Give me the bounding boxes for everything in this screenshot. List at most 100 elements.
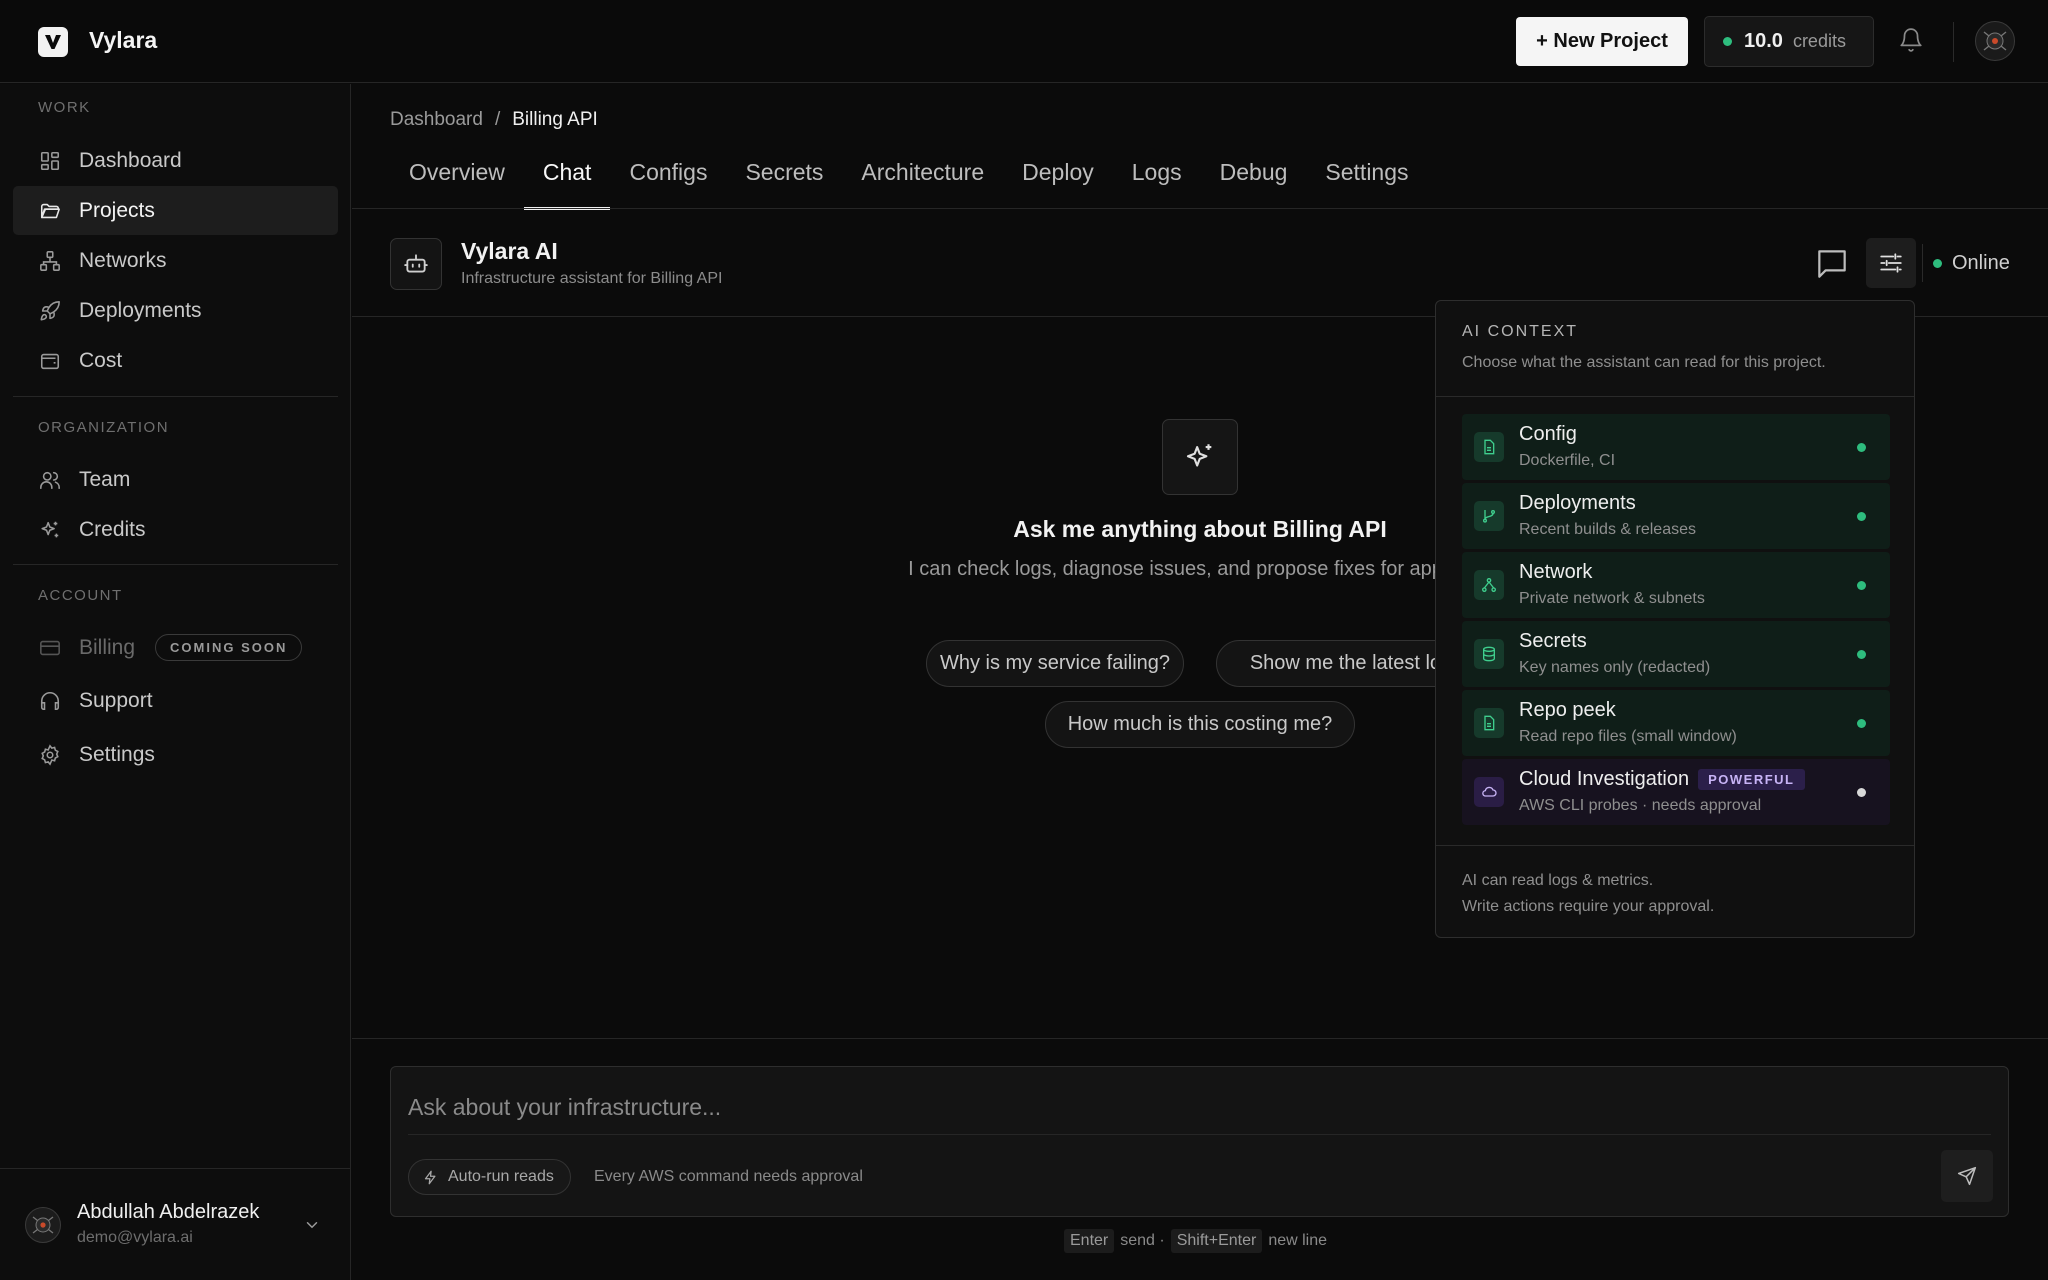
powerful-badge: POWERFUL <box>1698 769 1805 790</box>
sidebar-item-cost[interactable]: Cost <box>13 336 338 385</box>
user-email: demo@vylara.ai <box>77 1229 193 1246</box>
avatar[interactable] <box>1975 21 2015 61</box>
sidebar-item-team[interactable]: Team <box>13 455 338 504</box>
suggestion-chip[interactable]: How much is this costing me? <box>1045 701 1355 748</box>
section-label-organization: ORGANIZATION <box>38 419 170 436</box>
sidebar-item-deployments[interactable]: Deployments <box>13 286 338 335</box>
context-item-name: Repo peek <box>1519 699 1616 721</box>
keyboard-hint: Enter send · Shift+Enter new line <box>1064 1229 1327 1253</box>
headphones-icon <box>40 691 60 710</box>
context-item-name: Config <box>1519 423 1577 445</box>
send-button[interactable] <box>1941 1150 1993 1202</box>
footer-line: AI can read logs & metrics. <box>1462 872 1654 889</box>
breadcrumb-root[interactable]: Dashboard <box>390 109 483 131</box>
tab-configs[interactable]: Configs <box>610 159 726 209</box>
sidebar-item-label: Deployments <box>79 298 202 322</box>
sidebar-item-support[interactable]: Support <box>13 676 338 725</box>
ai-context-description: Choose what the assistant can read for t… <box>1462 354 1826 371</box>
tabs-divider <box>352 208 2048 209</box>
tab-debug[interactable]: Debug <box>1201 159 1307 209</box>
robot-icon <box>390 238 442 290</box>
enter-key: Enter <box>1064 1229 1115 1253</box>
user-menu[interactable]: Abdullah Abdelrazek demo@vylara.ai <box>0 1168 350 1280</box>
chat-bubble-icon[interactable] <box>1813 245 1851 283</box>
auto-run-reads-toggle[interactable]: Auto-run reads <box>408 1159 571 1195</box>
assistant-name: Vylara AI <box>461 238 558 264</box>
message-composer: Auto-run reads Every AWS command needs a… <box>390 1066 2009 1217</box>
context-settings-button[interactable] <box>1866 238 1916 288</box>
status-divider <box>1922 244 1923 282</box>
sidebar-item-credits[interactable]: Credits <box>13 505 338 554</box>
sidebar-item-dashboard[interactable]: Dashboard <box>13 136 338 185</box>
assistant-subtitle: Infrastructure assistant for Billing API <box>461 270 723 287</box>
tab-deploy[interactable]: Deploy <box>1003 159 1113 209</box>
credits-badge[interactable]: 10.0 credits <box>1704 16 1874 67</box>
coming-soon-badge: COMING SOON <box>155 634 303 661</box>
sidebar-item-settings[interactable]: Settings <box>13 730 338 779</box>
enter-action: send · <box>1120 1232 1165 1249</box>
credits-amount: 10.0 <box>1744 30 1783 52</box>
new-project-button[interactable]: + New Project <box>1516 17 1688 66</box>
auto-run-label: Auto-run reads <box>448 1168 554 1185</box>
online-status-dot <box>1933 259 1942 268</box>
enabled-dot <box>1857 719 1866 728</box>
enabled-dot <box>1857 650 1866 659</box>
tab-chat[interactable]: Chat <box>523 159 611 210</box>
network-icon <box>1474 570 1504 600</box>
context-item-secrets[interactable]: Secrets Key names only (redacted) <box>1462 621 1890 687</box>
ai-context-footer-divider <box>1436 845 1914 846</box>
approval-note: Every AWS command needs approval <box>594 1168 863 1185</box>
context-item-sub: Key names only (redacted) <box>1519 659 1711 676</box>
topbar-divider <box>1953 22 1954 62</box>
context-item-sub: AWS CLI probes · needs approval <box>1519 797 1762 814</box>
sidebar-item-label: Dashboard <box>79 148 182 172</box>
context-item-cloud-investigation[interactable]: Cloud Investigation POWERFUL AWS CLI pro… <box>1462 759 1890 825</box>
status-badge: Online <box>1933 252 2010 275</box>
user-name: Abdullah Abdelrazek <box>77 1201 260 1223</box>
sidebar-item-projects[interactable]: Projects <box>13 186 338 235</box>
tab-secrets[interactable]: Secrets <box>726 159 842 209</box>
tab-overview[interactable]: Overview <box>390 159 524 209</box>
sparkles-icon <box>41 521 59 537</box>
sparkles-icon <box>1162 419 1238 495</box>
context-item-sub: Recent builds & releases <box>1519 521 1696 538</box>
sidebar-item-label: Networks <box>79 248 167 272</box>
context-item-repo-peek[interactable]: Repo peek Read repo files (small window) <box>1462 690 1890 756</box>
sidebar: WORK Dashboard Projects Networks Deploym… <box>0 84 351 1280</box>
context-item-deployments[interactable]: Deployments Recent builds & releases <box>1462 483 1890 549</box>
suggestion-chip[interactable]: Why is my service failing? <box>926 640 1184 687</box>
wallet-icon <box>40 353 60 369</box>
context-item-name: Cloud Investigation POWERFUL <box>1519 768 1805 791</box>
empty-state-description: I can check logs, diagnose issues, and p… <box>908 558 1492 580</box>
gear-icon <box>41 743 59 766</box>
footer-line: Write actions require your approval. <box>1462 898 1715 915</box>
section-label-account: ACCOUNT <box>38 587 123 604</box>
empty-state-title: Ask me anything about Billing API <box>1013 516 1387 542</box>
sidebar-item-networks[interactable]: Networks <box>13 236 338 285</box>
enabled-dot <box>1857 512 1866 521</box>
tab-architecture[interactable]: Architecture <box>842 159 1003 209</box>
brand-name: Vylara <box>89 27 158 53</box>
sliders-icon <box>1880 253 1902 273</box>
shift-enter-key: Shift+Enter <box>1170 1229 1263 1253</box>
context-item-config[interactable]: Config Dockerfile, CI <box>1462 414 1890 480</box>
ai-context-divider <box>1436 396 1914 397</box>
credits-status-dot <box>1723 37 1732 46</box>
chevron-down-icon[interactable] <box>303 1216 321 1234</box>
file-icon <box>1474 708 1504 738</box>
context-item-name: Network <box>1519 561 1593 583</box>
status-text: Online <box>1952 252 2010 274</box>
bell-icon[interactable] <box>1898 27 1924 53</box>
tab-settings[interactable]: Settings <box>1306 159 1427 209</box>
context-item-sub: Read repo files (small window) <box>1519 728 1737 745</box>
shift-enter-action: new line <box>1268 1232 1328 1249</box>
enabled-dot <box>1857 443 1866 452</box>
enabled-dot <box>1857 581 1866 590</box>
file-icon <box>1474 432 1504 462</box>
send-icon <box>1957 1166 1977 1186</box>
tab-logs[interactable]: Logs <box>1113 159 1201 209</box>
context-item-network[interactable]: Network Private network & subnets <box>1462 552 1890 618</box>
message-input[interactable] <box>408 1087 1988 1127</box>
avatar <box>25 1207 61 1243</box>
vylara-logo-icon[interactable] <box>38 27 68 57</box>
